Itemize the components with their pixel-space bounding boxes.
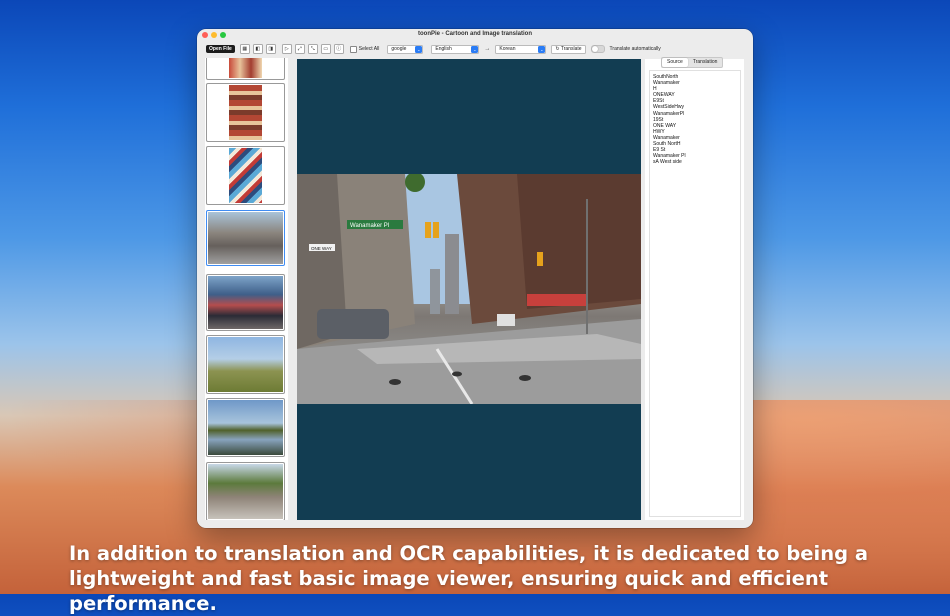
- thumbnail-image: [208, 464, 283, 519]
- select-all-checkbox[interactable]: [349, 45, 357, 53]
- split-right-icon[interactable]: ◨: [265, 44, 276, 54]
- expand-icon[interactable]: ⤢: [294, 44, 305, 54]
- thumbnail-meadow[interactable]: [206, 335, 285, 394]
- thumbnail-street-selected[interactable]: [206, 210, 285, 266]
- thumbnail-comic-1[interactable]: [206, 58, 285, 80]
- thumbnail-comic-3[interactable]: [206, 146, 285, 205]
- thumbnail-image: [229, 148, 262, 203]
- toolbar: Open File ▦ ◧ ◨ ▷ ⤢ ⤡ ▭ ⓘ Select All goo…: [206, 43, 746, 55]
- thumbnail-park-street[interactable]: [206, 462, 285, 520]
- thumbnail-image: [208, 212, 283, 264]
- source-language-value: English: [435, 45, 452, 52]
- engine-select[interactable]: google ⌄: [387, 44, 424, 54]
- thumbnail-image: [208, 337, 283, 392]
- thumbnail-river[interactable]: [206, 398, 285, 457]
- street-sign-text: Wanamaker Pl: [350, 223, 389, 229]
- thumbnail-times-square[interactable]: [206, 274, 285, 331]
- fit-width-icon[interactable]: ▭: [320, 44, 331, 54]
- arrow-right-icon: →: [484, 46, 491, 52]
- tab-translation[interactable]: Translation: [688, 58, 723, 67]
- thumbnail-image: [208, 276, 283, 329]
- target-language-value: Korean: [499, 45, 516, 52]
- info-icon[interactable]: ⓘ: [333, 44, 344, 54]
- split-left-icon[interactable]: ◧: [252, 44, 263, 54]
- promo-caption: In addition to translation and OCR capab…: [69, 542, 869, 615]
- tab-source[interactable]: Source: [662, 58, 688, 67]
- chevron-down-icon: ⌄: [471, 45, 479, 53]
- ocr-panel: Source Translation SouthNorth Wanamaker …: [645, 57, 744, 520]
- app-window: toonPie - Cartoon and Image translation …: [197, 29, 753, 528]
- chevron-down-icon: ⌄: [538, 45, 546, 53]
- open-file-button[interactable]: Open File: [206, 45, 235, 53]
- toggle-knob: [591, 46, 598, 52]
- translate-button[interactable]: ↻ Translate: [551, 44, 586, 54]
- thumbnail-image: [208, 400, 283, 455]
- auto-translate-label: Translate automatically: [609, 46, 661, 52]
- one-way-sign-text: ONE WAY: [311, 246, 332, 251]
- grid-icon[interactable]: ▦: [239, 44, 250, 54]
- street-scene: Wanamaker Pl ONE WAY: [297, 174, 641, 404]
- thumbnail-list[interactable]: [205, 58, 288, 520]
- title-bar: toonPie - Cartoon and Image translation: [197, 29, 753, 42]
- translate-label: Translate: [560, 45, 582, 52]
- auto-translate-toggle[interactable]: [590, 45, 605, 53]
- collapse-icon[interactable]: ⤡: [307, 44, 318, 54]
- panel-tabs: Source Translation: [661, 57, 724, 68]
- thumbnail-image: [229, 85, 262, 140]
- image-viewer[interactable]: Wanamaker Pl ONE WAY: [297, 59, 641, 520]
- ocr-line: sA West side: [653, 159, 682, 166]
- engine-value: google: [391, 45, 407, 52]
- chevron-down-icon: ⌄: [415, 45, 423, 53]
- window-title: toonPie - Cartoon and Image translation: [417, 31, 532, 37]
- target-language-select[interactable]: Korean ⌄: [495, 44, 547, 54]
- play-icon[interactable]: ▷: [281, 44, 292, 54]
- main-image-street: Wanamaker Pl ONE WAY: [297, 174, 641, 404]
- thumbnail-image: [229, 58, 262, 78]
- select-all-label: Select All: [358, 46, 380, 52]
- refresh-icon: ↻: [555, 45, 560, 52]
- source-language-select[interactable]: English ⌄: [431, 44, 480, 54]
- thumbnail-comic-2[interactable]: [206, 83, 285, 142]
- ocr-text-area[interactable]: SouthNorth Wanamaker H ONEWAY E9St WestS…: [649, 70, 741, 517]
